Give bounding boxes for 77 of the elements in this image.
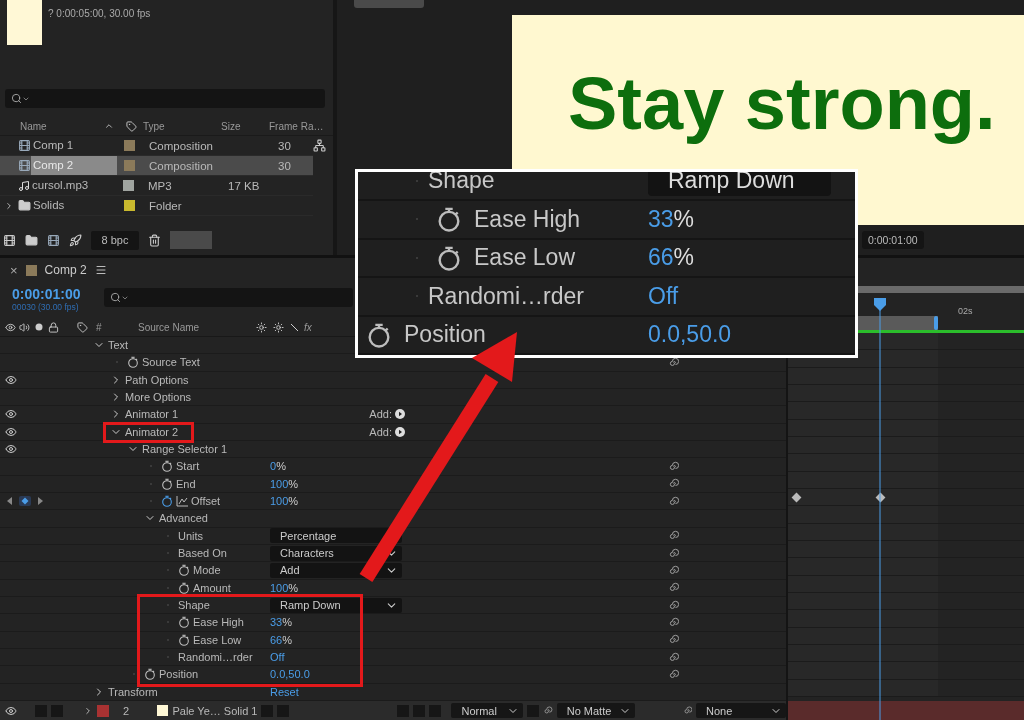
property-name: Units [178,529,204,542]
frame-info: 00030 (30.00 fps) [12,302,80,312]
item-type: Composition [149,139,214,152]
blend-mode-dropdown[interactable]: Normal [451,703,524,719]
property-name: Path Options [125,373,189,386]
column-header[interactable]: Frame Ra… [269,120,324,132]
current-time[interactable]: 0:00:01:00 [12,286,92,302]
column-header[interactable]: Size [221,120,269,132]
property-name: Shape [428,172,495,195]
property-name: Shape [178,599,210,612]
property-name: Ease Low [193,633,242,646]
property-name: Position [404,321,486,349]
track-matte-dropdown[interactable]: No Matte [556,703,635,719]
property-name: Ease High [474,205,581,233]
property-value[interactable]: 100% [270,495,299,508]
property-name: Position [159,668,199,681]
reset-link[interactable]: Reset [270,685,299,698]
property-name: Ease High [193,616,244,629]
ruler-label: 02s [958,307,973,316]
item-frame-rate: 30 [278,159,292,172]
dropdown[interactable]: Ramp Down [270,597,402,613]
property-name: Range Selector 1 [142,443,227,456]
property-value[interactable]: 0.0,50.0 [270,668,310,681]
property-value[interactable]: 66% [270,633,293,646]
add-label: Add: [369,408,392,421]
column-header[interactable]: Type [143,120,221,132]
layer-number: 2 [123,704,131,717]
property-name: End [176,477,196,490]
property-value[interactable]: Off [270,651,285,664]
property-name: Based On [178,547,227,560]
property-name: Amount [193,581,231,594]
item-name: Comp 1 [32,138,75,153]
property-name: Text [108,339,129,352]
parent-dropdown[interactable]: None [696,703,786,719]
project-item[interactable]: cursol.mp3 MP3 17 KB [0,176,313,196]
item-frame-rate: 30 [278,139,292,152]
property-name: Advanced [159,512,208,525]
item-name: Solids [32,198,66,213]
close-button[interactable]: × [10,262,18,278]
add-label: Add: [369,425,392,438]
project-item[interactable]: Comp 2 Composition 30 [0,156,313,176]
project-item[interactable]: Solids Folder [0,196,313,216]
property-name: Animator 2 [125,425,179,438]
property-name: Offset [191,495,221,508]
column-header[interactable]: # [96,321,138,333]
item-name: Comp 2 [31,156,117,175]
dropdown[interactable]: Ramp Down [648,172,831,196]
property-name: Mode [193,564,221,577]
item-name: cursol.mp3 [31,178,90,193]
property-name: Randomi…rder [428,282,584,310]
item-type: MP3 [148,179,173,192]
column-header[interactable]: Source Name [138,321,256,333]
property-value[interactable]: 66% [648,244,695,272]
property-name: Animator 1 [125,408,179,421]
item-size: 17 KB [228,179,261,192]
property-value[interactable]: 33% [648,205,695,233]
layer-name[interactable]: Pale Ye… Solid 1 [172,704,258,717]
property-value[interactable]: 0.0,50.0 [648,321,732,349]
property-value[interactable]: 100% [270,477,299,490]
property-value[interactable]: 100% [270,581,299,594]
item-type: Composition [149,159,214,172]
property-name: Ease Low [474,244,575,272]
property-name: Start [176,460,200,473]
property-name: Source Text [142,356,200,369]
comp-tab[interactable]: Comp 2 [44,263,87,277]
property-value[interactable]: 0% [270,460,286,473]
column-header[interactable]: Name [20,120,104,132]
bit-depth-button[interactable]: 8 bpc [91,230,139,250]
timecode-field[interactable]: 0:00:01:00 [862,231,924,249]
column-header: fx [304,321,313,333]
property-name: More Options [125,391,192,404]
comp-info: ? 0:00:05:00, 30.00 fps [48,8,151,19]
item-type: Folder [149,199,183,212]
property-value[interactable]: Off [648,282,679,310]
property-name: Transform [108,685,158,698]
property-value[interactable]: 33% [270,616,293,629]
property-name: Randomi…rder [178,651,253,664]
